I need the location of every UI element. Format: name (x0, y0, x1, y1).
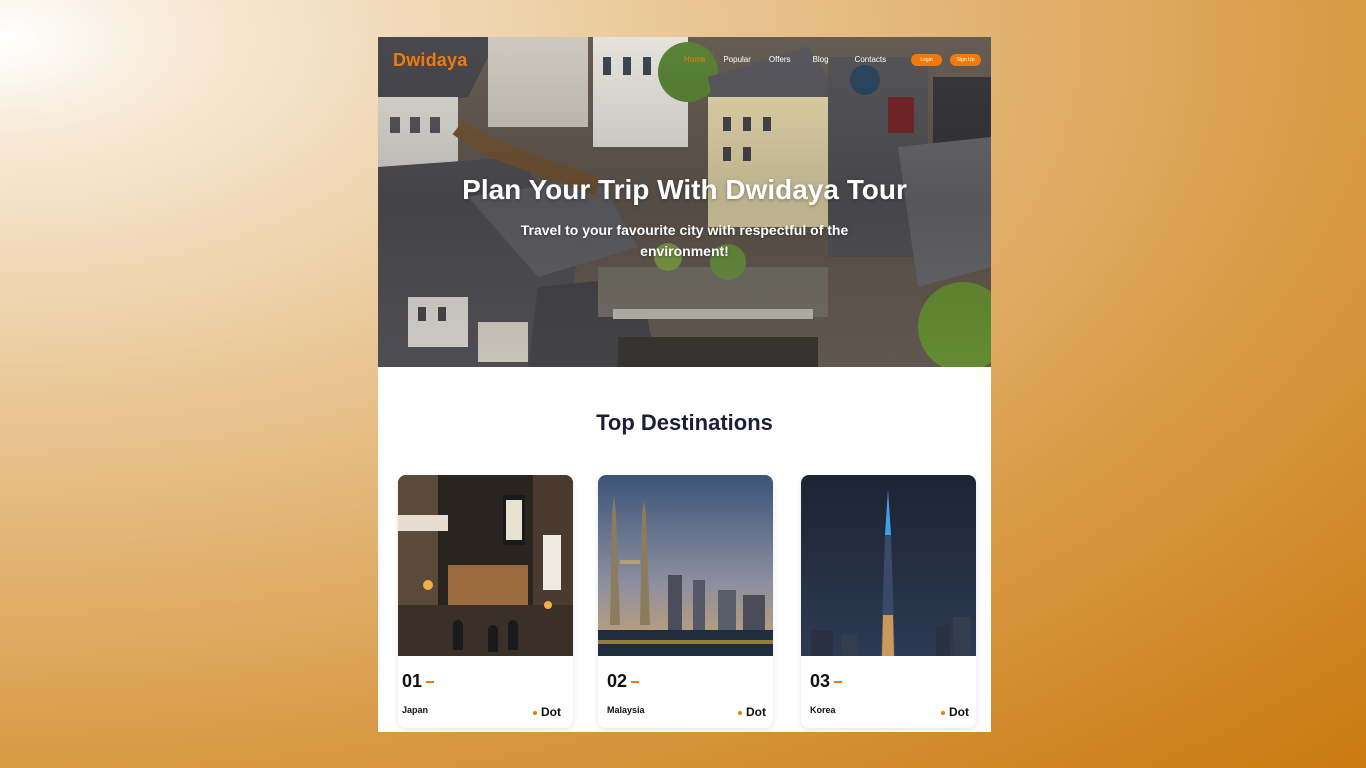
card-destination-name: Korea (810, 705, 836, 715)
hero-subtitle: Travel to your favourite city with respe… (520, 222, 849, 259)
top-navbar: Dwidaya Home Popular Offers Blog Contact… (378, 37, 991, 83)
card-dot-label: Dot (738, 705, 766, 719)
card-dot-label: Dot (533, 705, 561, 719)
nav-link-contacts[interactable]: Contacts (855, 55, 887, 64)
accent-dash (834, 681, 843, 684)
nav-link-blog[interactable]: Blog (813, 55, 829, 64)
landing-page: Dwidaya Home Popular Offers Blog Contact… (378, 37, 991, 732)
nav-link-offers[interactable]: Offers (769, 55, 791, 64)
nav-link-home[interactable]: Home (684, 55, 705, 64)
card-number: 03 (810, 671, 843, 692)
destination-card-korea[interactable]: 03 Korea Dot (801, 475, 976, 728)
card-number: 01 (402, 671, 435, 692)
nav-links: Home Popular Offers Blog Contacts (684, 55, 904, 64)
destination-photo (598, 475, 773, 656)
accent-dash (631, 681, 640, 684)
card-dot-label: Dot (941, 705, 969, 719)
dot-icon (533, 710, 537, 715)
destination-photo (398, 475, 573, 656)
card-number: 02 (607, 671, 640, 692)
dot-icon (738, 710, 742, 715)
login-button[interactable]: Login (911, 54, 942, 66)
card-destination-name: Japan (402, 705, 429, 715)
destination-card-japan[interactable]: 01 Japan Dot (398, 475, 573, 728)
signup-button[interactable]: Sign Up (950, 54, 981, 66)
accent-dash (426, 681, 435, 684)
brand-logo[interactable]: Dwidaya (393, 50, 467, 71)
hero-section: Dwidaya Home Popular Offers Blog Contact… (378, 37, 991, 367)
destination-card-malaysia[interactable]: 02 Malaysia Dot (598, 475, 773, 728)
hero-title: Plan Your Trip With Dwidaya Tour (462, 174, 907, 205)
section-title: Top Destinations (596, 410, 773, 435)
dot-icon (941, 710, 945, 715)
card-destination-name: Malaysia (607, 705, 645, 715)
destination-photo (801, 475, 976, 656)
nav-link-popular[interactable]: Popular (723, 55, 751, 64)
